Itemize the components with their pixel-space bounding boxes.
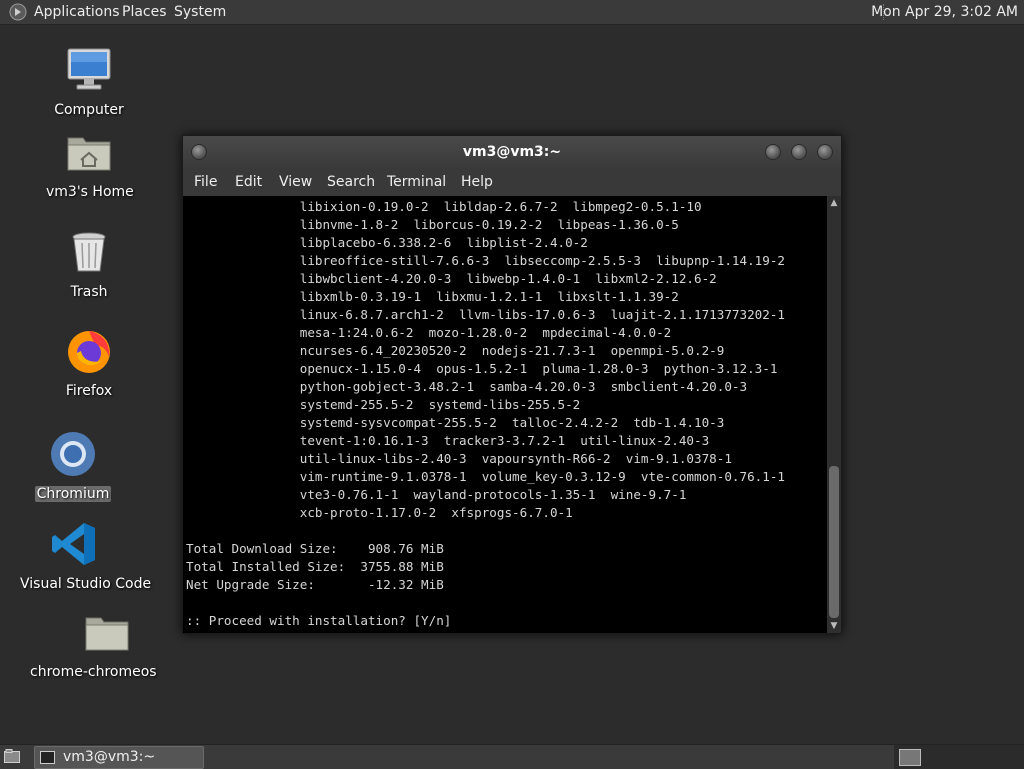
show-desktop-icon[interactable] bbox=[4, 749, 20, 763]
workspace-1[interactable] bbox=[899, 749, 921, 766]
menu-file[interactable]: File bbox=[194, 168, 217, 196]
scroll-down-arrow-icon[interactable]: ▼ bbox=[829, 621, 839, 631]
scrollbar-thumb[interactable] bbox=[829, 466, 839, 618]
terminal-line: libixion-0.19.0-2 libldap-2.6.7-2 libmpe… bbox=[186, 199, 702, 214]
home-folder-icon bbox=[67, 137, 111, 171]
bottom-panel: vm3@vm3:~ bbox=[0, 744, 1024, 769]
desktop-icon-label: vm3's Home bbox=[46, 184, 134, 200]
window-title: vm3@vm3:~ bbox=[462, 144, 562, 160]
minimize-button[interactable] bbox=[765, 144, 781, 160]
terminal-menubar: File Edit View Search Terminal Help bbox=[183, 168, 841, 196]
desktop-icon-trash[interactable]: Trash bbox=[44, 228, 134, 300]
top-panel: Applications Places System Mon Apr 29, 3… bbox=[0, 0, 1024, 25]
applications-menu[interactable]: Applications bbox=[34, 0, 120, 24]
desktop-icon-firefox[interactable]: Firefox bbox=[44, 327, 134, 399]
window-menu-button[interactable] bbox=[191, 144, 207, 160]
terminal-line: libxmlb-0.3.19-1 libxmu-1.2.1-1 libxslt-… bbox=[186, 289, 679, 304]
terminal-line: mesa-1:24.0.6-2 mozo-1.28.0-2 mpdecimal-… bbox=[186, 325, 672, 340]
desktop-icon-label: Trash bbox=[70, 284, 108, 300]
scroll-up-arrow-icon[interactable]: ▲ bbox=[829, 198, 839, 208]
menu-view[interactable]: View bbox=[279, 168, 312, 196]
terminal-output[interactable]: libixion-0.19.0-2 libldap-2.6.7-2 libmpe… bbox=[183, 196, 827, 633]
desktop-icon-label: Computer bbox=[54, 102, 124, 118]
folder-icon bbox=[85, 617, 129, 651]
terminal-line: tevent-1:0.16.1-3 tracker3-3.7.2-1 util-… bbox=[186, 433, 710, 448]
system-menu[interactable]: System bbox=[174, 0, 226, 24]
terminal-scrollbar[interactable]: ▲ ▼ bbox=[827, 196, 841, 633]
mate-logo-icon[interactable] bbox=[9, 3, 27, 21]
firefox-icon bbox=[68, 331, 110, 373]
window-titlebar[interactable]: vm3@vm3:~ bbox=[183, 136, 841, 168]
desktop-icon-computer[interactable]: Computer bbox=[44, 46, 134, 118]
desktop-icon-label: chrome-chromeos bbox=[30, 664, 157, 680]
terminal-line: Total Download Size: 908.76 MiB bbox=[186, 541, 444, 556]
clock[interactable]: Mon Apr 29, 3:02 AM bbox=[871, 0, 1018, 24]
terminal-window[interactable]: vm3@vm3:~ File Edit View Search Terminal… bbox=[182, 135, 842, 634]
terminal-line: xcb-proto-1.17.0-2 xfsprogs-6.7.0-1 bbox=[186, 505, 573, 520]
taskbar-label: vm3@vm3:~ bbox=[63, 749, 156, 765]
desktop-icon-vscode[interactable]: Visual Studio Code bbox=[18, 520, 151, 592]
desktop-icon-label: Firefox bbox=[65, 383, 113, 399]
maximize-button[interactable] bbox=[791, 144, 807, 160]
menu-search[interactable]: Search bbox=[327, 168, 375, 196]
terminal-icon bbox=[40, 751, 55, 764]
terminal-line: python-gobject-3.48.2-1 samba-4.20.0-3 s… bbox=[186, 379, 748, 394]
desktop-icon-home[interactable]: vm3's Home bbox=[44, 128, 134, 200]
menu-help[interactable]: Help bbox=[461, 168, 493, 196]
terminal-line: systemd-255.5-2 systemd-libs-255.5-2 bbox=[186, 397, 581, 412]
menu-terminal[interactable]: Terminal bbox=[387, 168, 446, 196]
terminal-line: Total Installed Size: 3755.88 MiB bbox=[186, 559, 444, 574]
terminal-line: libwbclient-4.20.0-3 libwebp-1.4.0-1 lib… bbox=[186, 271, 717, 286]
close-button[interactable] bbox=[817, 144, 833, 160]
terminal-line: ncurses-6.4_20230520-2 nodejs-21.7.3-1 o… bbox=[186, 343, 725, 358]
desktop-icon-chromium[interactable]: Chromium bbox=[28, 430, 118, 502]
terminal-line: libreoffice-still-7.6.6-3 libseccomp-2.5… bbox=[186, 253, 785, 268]
vscode-icon bbox=[52, 523, 95, 565]
terminal-line: :: Proceed with installation? [Y/n] bbox=[186, 613, 452, 628]
desktop-icon-chrome-chromeos[interactable]: chrome-chromeos bbox=[28, 608, 157, 680]
computer-icon bbox=[67, 48, 111, 90]
places-menu[interactable]: Places bbox=[122, 0, 167, 24]
terminal-line: Net Upgrade Size: -12.32 MiB bbox=[186, 577, 444, 592]
terminal-line: libnvme-1.8-2 liborcus-0.19.2-2 libpeas-… bbox=[186, 217, 679, 232]
menu-edit[interactable]: Edit bbox=[235, 168, 262, 196]
terminal-line: util-linux-libs-2.40-3 vapoursynth-R66-2… bbox=[186, 451, 732, 466]
desktop-icon-label: Chromium bbox=[34, 486, 112, 502]
terminal-line: openucx-1.15.0-4 opus-1.5.2-1 pluma-1.28… bbox=[186, 361, 778, 376]
terminal-line: linux-6.8.7.arch1-2 llvm-libs-17.0.6-3 l… bbox=[186, 307, 785, 322]
desktop-icon-label: Visual Studio Code bbox=[20, 576, 152, 592]
chromium-icon bbox=[51, 432, 95, 476]
terminal-line: vim-runtime-9.1.0378-1 volume_key-0.3.12… bbox=[186, 469, 785, 484]
trash-icon bbox=[72, 232, 106, 272]
workspace-switcher bbox=[894, 745, 1024, 769]
taskbar-terminal-button[interactable]: vm3@vm3:~ bbox=[34, 746, 204, 769]
terminal-line: libplacebo-6.338.2-6 libplist-2.4.0-2 bbox=[186, 235, 588, 250]
terminal-line: systemd-sysvcompat-255.5-2 talloc-2.4.2-… bbox=[186, 415, 725, 430]
terminal-line: vte3-0.76.1-1 wayland-protocols-1.35-1 w… bbox=[186, 487, 687, 502]
